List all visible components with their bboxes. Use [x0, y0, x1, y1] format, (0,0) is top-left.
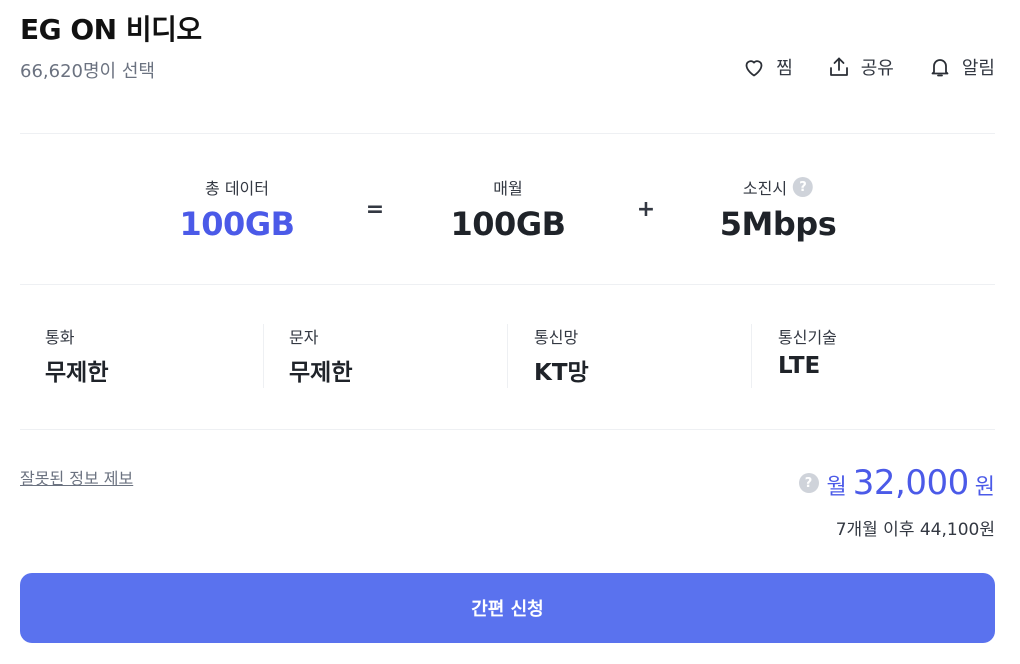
spec-sms-label: 문자	[289, 328, 319, 347]
share-label: 공유	[860, 58, 894, 79]
data-summary: 총 데이터 100GB = 매월 100GB + 소진시 ? 5Mbps	[20, 175, 995, 255]
exhausted-speed: 소진시 ? 5Mbps	[719, 175, 837, 243]
spec-technology: 통신기술 LTE	[753, 320, 996, 392]
apply-button[interactable]: 간편 신청	[20, 573, 995, 643]
notify-button[interactable]: 알림	[928, 54, 995, 80]
price-unit: 원	[974, 475, 995, 500]
monthly-data: 매월 100GB	[451, 175, 566, 243]
wishlist-button[interactable]: 찜	[742, 54, 793, 80]
exhausted-speed-label: 소진시	[742, 179, 788, 198]
plan-title: EG ON 비디오	[20, 13, 202, 46]
spec-call: 통화 무제한	[20, 320, 263, 392]
price-amount: 32,000	[852, 463, 969, 503]
price-help-icon[interactable]: ?	[798, 473, 819, 493]
spec-technology-value: LTE	[778, 353, 821, 379]
price-after-promo: 7개월 이후 44,100원	[835, 520, 995, 540]
spec-network: 통신망 KT망	[509, 320, 752, 392]
price-prefix: 월	[826, 475, 847, 500]
spec-row: 통화 무제한 문자 무제한 통신망 KT망 통신기술 LTE	[20, 320, 995, 392]
heart-icon	[742, 55, 766, 79]
exhausted-speed-label-row: 소진시 ?	[720, 175, 836, 199]
spec-call-label: 통화	[45, 328, 75, 347]
total-data-label: 총 데이터	[205, 179, 269, 198]
bell-icon	[928, 55, 952, 79]
divider	[20, 284, 995, 285]
spec-sms-value: 무제한	[289, 360, 353, 386]
spec-separator	[751, 324, 752, 388]
action-bar: 찜 공유 알림	[742, 54, 995, 80]
total-data: 총 데이터 100GB	[180, 175, 295, 243]
monthly-data-value: 100GB	[450, 205, 566, 243]
exhausted-speed-value: 5Mbps	[719, 205, 837, 243]
spec-network-value: KT망	[534, 360, 589, 386]
spec-network-label: 통신망	[534, 328, 579, 347]
plus-sign: +	[636, 197, 656, 222]
total-data-value: 100GB	[179, 205, 295, 243]
spec-call-value: 무제한	[45, 360, 109, 386]
spec-technology-label: 통신기술	[778, 328, 837, 347]
selected-count: 66,620명이 선택	[20, 61, 155, 82]
monthly-price: ? 월 32,000 원	[798, 463, 995, 503]
spec-separator	[507, 324, 508, 388]
wishlist-label: 찜	[776, 58, 793, 79]
notify-label: 알림	[961, 58, 995, 79]
share-button[interactable]: 공유	[827, 54, 894, 80]
share-icon	[827, 55, 851, 79]
divider	[20, 429, 995, 430]
monthly-data-label: 매월	[493, 179, 523, 198]
divider	[20, 133, 995, 134]
equals-sign: =	[365, 197, 385, 222]
help-icon[interactable]: ?	[793, 177, 814, 197]
spec-sms: 문자 무제한	[264, 320, 507, 392]
report-error-link[interactable]: 잘못된 정보 제보	[20, 465, 133, 489]
